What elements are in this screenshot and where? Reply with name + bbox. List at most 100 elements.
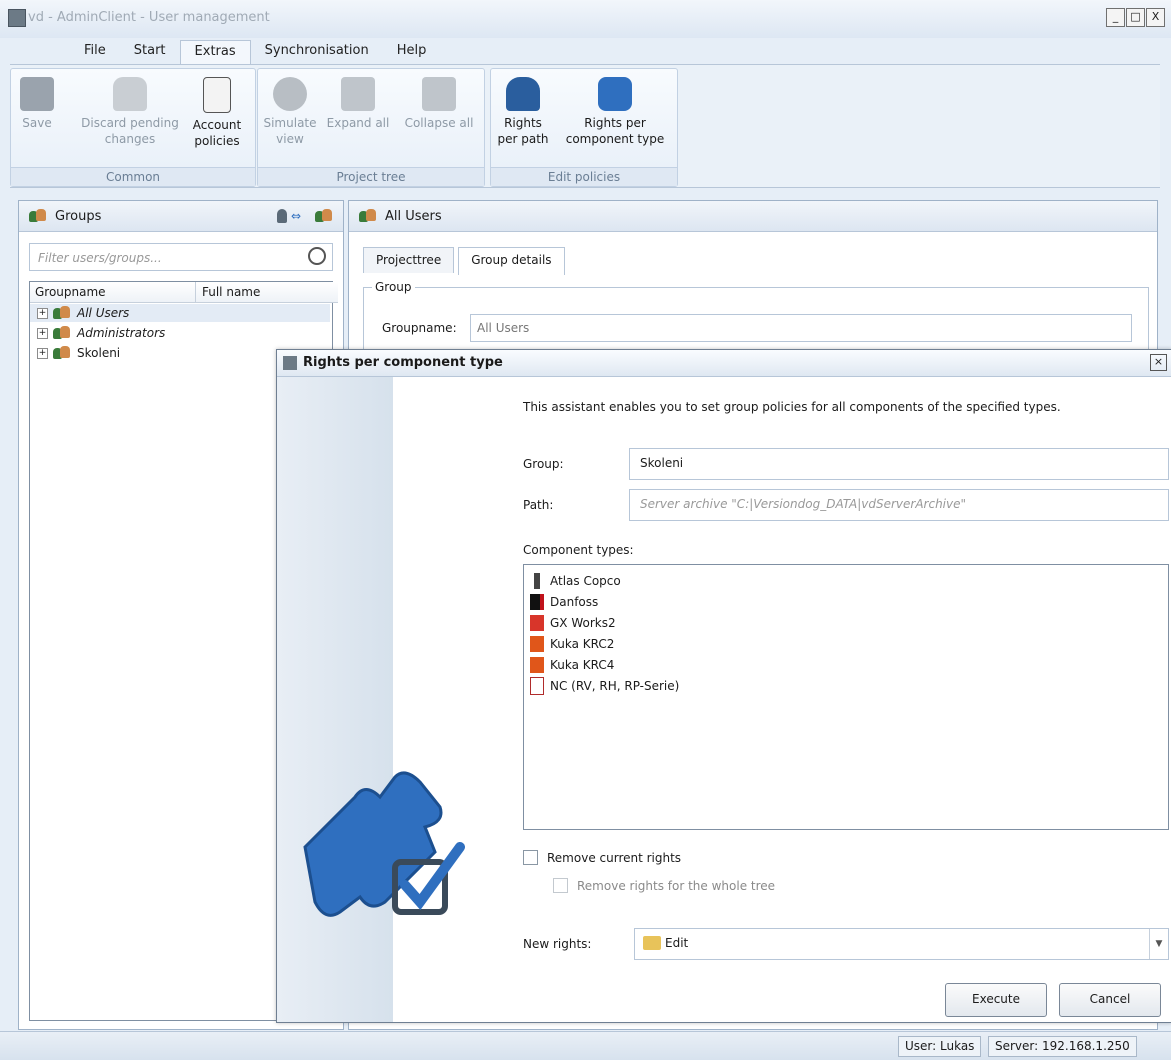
remove-whole-tree-option[interactable]: Remove rights for the whole tree (553, 878, 775, 893)
discard-pending-changes-button[interactable]: Discard pending changes (75, 77, 185, 147)
status-bar: User: Lukas Server: 192.168.1.250 (0, 1031, 1171, 1060)
expand-icon[interactable]: + (37, 347, 48, 359)
groupname-label: Groupname: (382, 321, 457, 335)
new-rights-select[interactable]: Edit ▼ (634, 928, 1169, 960)
details-panel-title: All Users (385, 209, 442, 224)
list-item[interactable]: Atlas Copco (530, 570, 621, 591)
groups-panel-header: Groups ⇔ (19, 201, 343, 232)
column-header-groupname[interactable]: Groupname (30, 282, 196, 303)
rights-per-component-type-button[interactable]: Rights per component type (559, 77, 671, 147)
new-rights-label: New rights: (523, 937, 592, 951)
group-field[interactable]: Skoleni (629, 448, 1169, 480)
chevron-down-icon[interactable]: ▼ (1149, 929, 1168, 959)
component-types-label: Component types: (523, 543, 634, 557)
ribbon-group-label: Project tree (258, 167, 484, 186)
group-icon (359, 209, 377, 223)
expand-icon[interactable]: + (37, 307, 48, 319)
tree-row[interactable]: + All Users (30, 304, 330, 322)
cancel-button[interactable]: Cancel (1059, 983, 1161, 1017)
tab-group-details[interactable]: Group details (458, 247, 565, 275)
groups-panel-title: Groups (55, 209, 102, 224)
status-user: User: Lukas (898, 1036, 982, 1057)
puzzle-check-icon (598, 77, 632, 111)
clipboard-policy-icon (203, 77, 231, 113)
maximize-button[interactable]: □ (1126, 8, 1145, 27)
menu-tab-start[interactable]: Start (120, 40, 180, 64)
user-group-switch-icon[interactable]: ⇔ (277, 208, 335, 224)
execute-button[interactable]: Execute (945, 983, 1047, 1017)
group-icon (53, 346, 71, 360)
dialog-sidebar (277, 377, 465, 1022)
menu-tab-synchronisation[interactable]: Synchronisation (251, 40, 383, 64)
tree-row[interactable]: + Skoleni (30, 344, 120, 362)
save-button[interactable]: Save (17, 77, 57, 131)
tree-row[interactable]: + Administrators (30, 324, 165, 342)
expand-all-button[interactable]: Expand all (320, 77, 396, 131)
list-item[interactable]: GX Works2 (530, 612, 616, 633)
account-policies-button[interactable]: Account policies (187, 77, 247, 149)
menu-tab-extras[interactable]: Extras (179, 40, 251, 64)
tree-item-label: All Users (77, 306, 130, 320)
expand-icon[interactable]: + (37, 327, 48, 339)
kuka-krc4-icon (530, 656, 544, 673)
details-tabs: Projecttree Group details (363, 247, 565, 275)
list-item[interactable]: Danfoss (530, 591, 598, 612)
ribbon-group-label: Common (11, 167, 255, 186)
rights-per-component-type-dialog: Rights per component type × This assista… (276, 349, 1171, 1023)
dialog-app-icon (283, 356, 297, 370)
dialog-title: Rights per component type (303, 355, 503, 370)
collapse-all-button[interactable]: Collapse all (398, 77, 480, 131)
ribbon: Save Discard pending changes Account pol… (10, 64, 1160, 188)
remove-whole-tree-label: Remove rights for the whole tree (577, 878, 776, 893)
remove-whole-tree-checkbox[interactable] (553, 878, 568, 893)
title-bar: vd - AdminClient - User management _ □ X (0, 0, 1171, 38)
groupname-field[interactable]: All Users (470, 314, 1132, 342)
remove-current-rights-option[interactable]: Remove current rights (523, 850, 681, 865)
group-label: Group: (523, 457, 564, 471)
path-field[interactable]: Server archive "C:|Versiondog_DATA|vdSer… (629, 489, 1169, 521)
minimize-button[interactable]: _ (1106, 8, 1125, 27)
collapse-tree-icon (422, 77, 456, 111)
ribbon-group-project-tree: Simulate view Expand all Collapse all Pr… (257, 68, 485, 187)
menu-tab-file[interactable]: File (70, 40, 120, 64)
user-check-icon (506, 77, 540, 111)
menu-tab-help[interactable]: Help (383, 40, 441, 64)
group-icon (53, 326, 71, 340)
puzzle-check-icon (303, 771, 465, 917)
group-icon (29, 209, 47, 223)
filter-input[interactable] (36, 246, 300, 270)
close-icon[interactable]: × (1150, 354, 1167, 371)
floppy-disk-icon (20, 77, 54, 111)
path-label: Path: (523, 498, 554, 512)
window-controls: _ □ X (1106, 8, 1165, 27)
app-icon (8, 9, 26, 27)
dialog-intro-text: This assistant enables you to set group … (523, 400, 1061, 414)
remove-current-rights-label: Remove current rights (547, 850, 682, 865)
ribbon-group-label: Edit policies (491, 167, 677, 186)
list-item[interactable]: Kuka KRC4 (530, 654, 614, 675)
dialog-title-bar: Rights per component type × (277, 350, 1171, 377)
tree-item-label: Administrators (77, 326, 166, 340)
search-icon[interactable] (308, 247, 326, 265)
simulate-view-button[interactable]: Simulate view (262, 77, 318, 147)
list-item[interactable]: NC (RV, RH, RP-Serie) (530, 675, 679, 696)
menu-tabs: File Start Extras Synchronisation Help (70, 40, 440, 64)
danfoss-icon (530, 593, 544, 610)
ribbon-group-common: Save Discard pending changes Account pol… (10, 68, 256, 187)
remove-current-rights-checkbox[interactable] (523, 850, 538, 865)
window-title: vd - AdminClient - User management (28, 10, 270, 25)
column-header-fullname[interactable]: Full name (196, 282, 338, 303)
close-window-button[interactable]: X (1146, 8, 1165, 27)
folder-edit-icon (643, 936, 661, 950)
eye-icon (273, 77, 307, 111)
gx-works2-icon (530, 614, 544, 631)
nc-robot-icon (530, 676, 544, 695)
list-item[interactable]: Kuka KRC2 (530, 633, 614, 654)
rights-per-path-button[interactable]: Rights per path (495, 77, 551, 147)
component-types-list[interactable]: Atlas Copco Danfoss GX Works2 Kuka KRC2 … (523, 564, 1169, 830)
expand-tree-icon (341, 77, 375, 111)
tab-projecttree[interactable]: Projecttree (363, 247, 455, 273)
details-panel-header: All Users (349, 201, 1157, 232)
trash-can-icon (113, 77, 147, 111)
group-legend: Group (372, 280, 415, 294)
